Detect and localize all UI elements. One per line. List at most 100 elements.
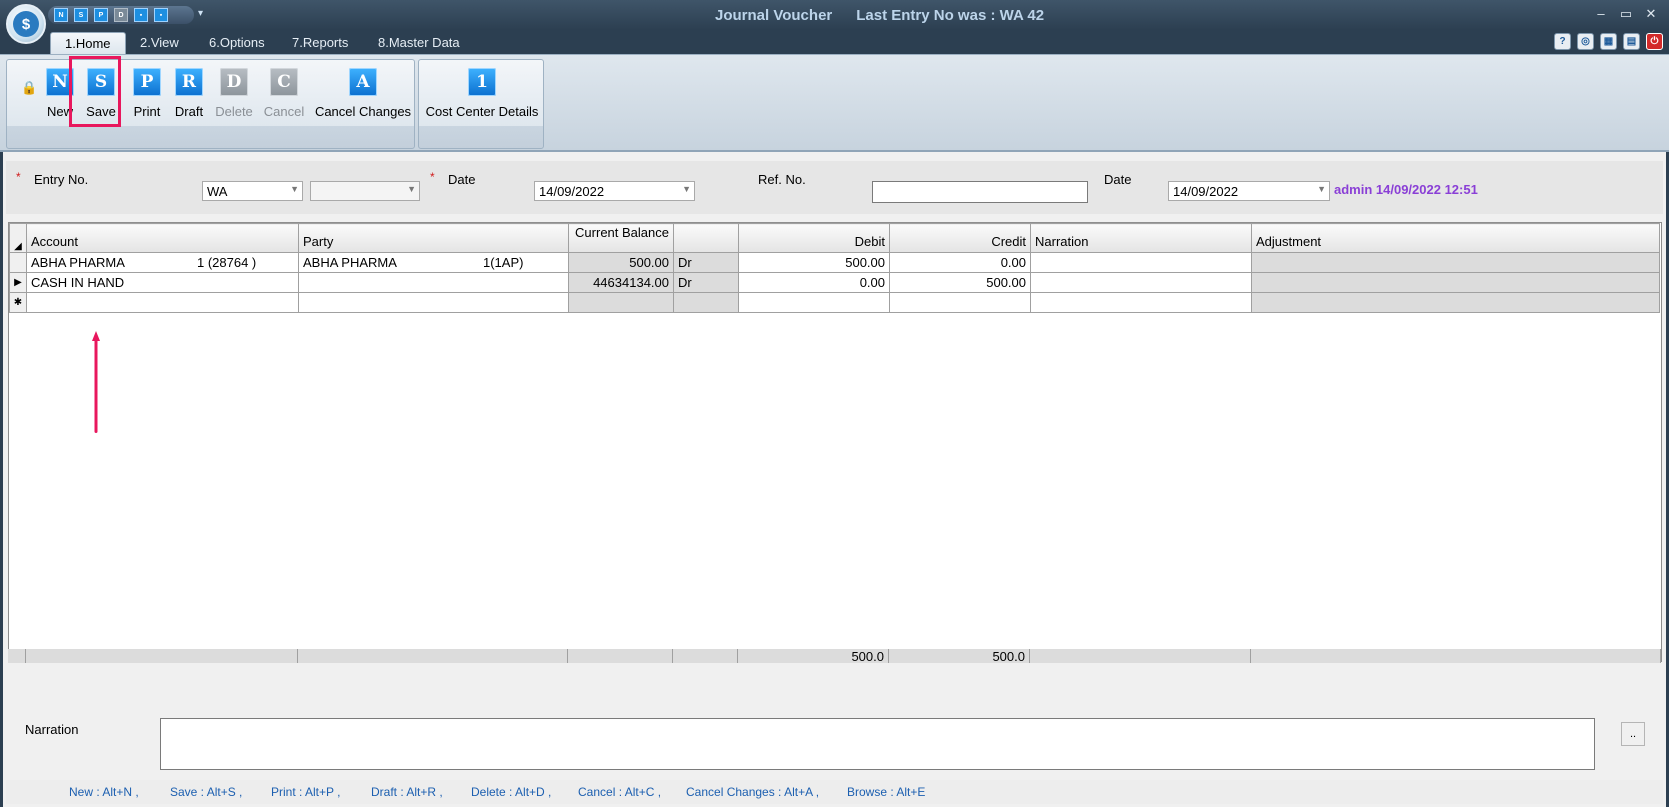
shortcut-cancel: Cancel : Alt+C , — [578, 785, 662, 799]
shortcut-new: New : Alt+N , — [69, 785, 139, 799]
row-marker[interactable] — [9, 252, 27, 273]
column-narration[interactable]: Narration — [1030, 223, 1252, 253]
balance-cell: 44634134.00 — [568, 272, 674, 293]
cost-center-details-button[interactable]: 1 Cost Center Details — [423, 68, 541, 119]
tab-options[interactable]: 6.Options — [195, 32, 279, 54]
chevron-down-icon: ▼ — [407, 184, 416, 194]
debit-cell[interactable] — [738, 292, 890, 313]
total-debit: 500.0 — [738, 649, 889, 664]
delete-label: Delete — [215, 104, 253, 119]
account-cell[interactable]: CASH IN HAND — [26, 272, 299, 293]
print-button[interactable]: P Print — [125, 68, 169, 119]
table-row-new[interactable]: ✱ — [9, 292, 1660, 313]
new-button[interactable]: N New — [39, 68, 81, 119]
minimize-button[interactable]: – — [1592, 6, 1610, 21]
table-row[interactable]: ABHA PHARMA 1 (28764 ) ABHA PHARMA 1(1AP) … — [9, 252, 1660, 273]
entry-prefix-combo[interactable]: WA ▼ — [202, 181, 303, 201]
arrow-shaft — [94, 339, 98, 433]
window-title: Journal Voucher Last Entry No was : WA 42 — [715, 7, 1068, 24]
party-cell[interactable] — [298, 292, 569, 313]
date2-value: 14/09/2022 — [1173, 184, 1239, 199]
close-button[interactable]: ✕ — [1642, 6, 1660, 22]
ref-no-input[interactable] — [872, 181, 1088, 203]
column-credit[interactable]: Credit — [889, 223, 1031, 253]
account-code: 1 (28764 ) — [197, 255, 257, 270]
qat-extra-icon[interactable]: ▪ — [134, 8, 148, 22]
date2-picker[interactable]: 14/09/2022 ▼ — [1168, 181, 1330, 201]
account-cell[interactable]: ABHA PHARMA 1 (28764 ) — [26, 252, 299, 273]
qat-delete-icon[interactable]: D — [114, 8, 128, 22]
column-adjustment[interactable]: Adjustment — [1251, 223, 1660, 253]
credit-cell[interactable] — [889, 292, 1031, 313]
debit-cell[interactable]: 0.00 — [738, 272, 890, 293]
party-code: 1(1AP) — [483, 255, 524, 270]
cancel-changes-button[interactable]: A Cancel Changes — [313, 68, 413, 119]
column-drcr[interactable] — [673, 223, 739, 253]
app-logo[interactable]: $ — [6, 4, 46, 44]
window-title-text: Journal Voucher — [715, 7, 833, 24]
credit-cell[interactable]: 500.00 — [889, 272, 1031, 293]
account-cell[interactable] — [26, 292, 299, 313]
table-row[interactable]: ▶ CASH IN HAND 44634134.00 Dr 0.00 500.0… — [9, 272, 1660, 293]
qat-print-icon[interactable]: P — [94, 8, 108, 22]
tab-view[interactable]: 2.View — [126, 32, 193, 54]
help-icon[interactable]: ? — [1554, 33, 1571, 50]
select-all-corner[interactable]: ◢ — [9, 223, 27, 253]
save-button[interactable]: S Save — [76, 68, 126, 119]
drcr-cell: Dr — [673, 252, 739, 273]
tab-reports[interactable]: 7.Reports — [278, 32, 362, 54]
total-credit: 500.0 — [889, 649, 1030, 664]
exit-icon[interactable]: ⏻ — [1646, 33, 1663, 50]
calculator-icon[interactable]: ▦ — [1600, 33, 1617, 50]
cost-center-icon: 1 — [468, 68, 496, 96]
credit-cell[interactable]: 0.00 — [889, 252, 1031, 273]
adjustment-cell[interactable] — [1251, 292, 1660, 313]
new-row-marker[interactable]: ✱ — [9, 292, 27, 313]
shortcut-bar: New : Alt+N , Save : Alt+S , Print : Alt… — [6, 780, 1663, 804]
column-current-balance[interactable]: Current Balance — [568, 223, 674, 253]
row-marker[interactable]: ▶ — [9, 272, 27, 293]
narration-cell[interactable] — [1030, 292, 1252, 313]
tab-home[interactable]: 1.Home — [50, 32, 126, 54]
narration-cell[interactable] — [1030, 252, 1252, 273]
chevron-down-icon: ▼ — [290, 184, 299, 194]
narration-cell[interactable] — [1030, 272, 1252, 293]
qat-customize-icon[interactable]: ▾ — [198, 8, 203, 19]
entry-number-combo[interactable]: ▼ — [310, 181, 420, 201]
adjustment-cell[interactable] — [1251, 252, 1660, 273]
save-icon: S — [87, 68, 115, 96]
tab-master-data[interactable]: 8.Master Data — [364, 32, 474, 54]
qat-extra2-icon[interactable]: ▪ — [154, 8, 168, 22]
notes-icon[interactable]: ▤ — [1623, 33, 1640, 50]
ribbon-group-actions: 🔒 N New S Save P Print R Draft D Delete … — [6, 59, 415, 149]
draft-button[interactable]: R Draft — [167, 68, 211, 119]
search-help-icon[interactable]: ◎ — [1577, 33, 1594, 50]
qat-new-icon[interactable]: N — [54, 8, 68, 22]
chevron-down-icon: ▼ — [682, 184, 691, 194]
grid-totals-row: 500.0 500.0 — [8, 649, 1662, 664]
account-name: CASH IN HAND — [31, 275, 125, 290]
date-picker[interactable]: 14/09/2022 ▼ — [534, 181, 695, 201]
totals-corner — [8, 649, 26, 663]
debit-cell[interactable]: 500.00 — [738, 252, 890, 273]
maximize-button[interactable]: ▭ — [1617, 6, 1635, 22]
balance-cell: 500.00 — [568, 252, 674, 273]
column-debit[interactable]: Debit — [738, 223, 890, 253]
ribbon: 🔒 N New S Save P Print R Draft D Delete … — [0, 54, 1669, 152]
lock-icon: 🔒 — [21, 80, 38, 95]
qat-save-icon[interactable]: S — [74, 8, 88, 22]
adjustment-cell[interactable] — [1251, 272, 1660, 293]
column-party[interactable]: Party — [298, 223, 569, 253]
party-cell[interactable]: ABHA PHARMA 1(1AP) — [298, 252, 569, 273]
entries-grid: ◢ Account Party Current Balance Debit Cr… — [8, 222, 1662, 662]
column-account[interactable]: Account — [26, 223, 299, 253]
journal-voucher-form: * Entry No. WA ▼ ▼ * Date 14/09/2022 ▼ R… — [0, 152, 1669, 807]
cancel-button[interactable]: C Cancel — [259, 68, 309, 119]
delete-button[interactable]: D Delete — [209, 68, 259, 119]
save-label: Save — [86, 104, 116, 119]
party-cell[interactable] — [298, 272, 569, 293]
cancel-icon: C — [270, 68, 298, 96]
print-icon: P — [133, 68, 161, 96]
narration-input[interactable] — [160, 718, 1595, 770]
narration-expand-button[interactable]: .. — [1621, 722, 1645, 746]
